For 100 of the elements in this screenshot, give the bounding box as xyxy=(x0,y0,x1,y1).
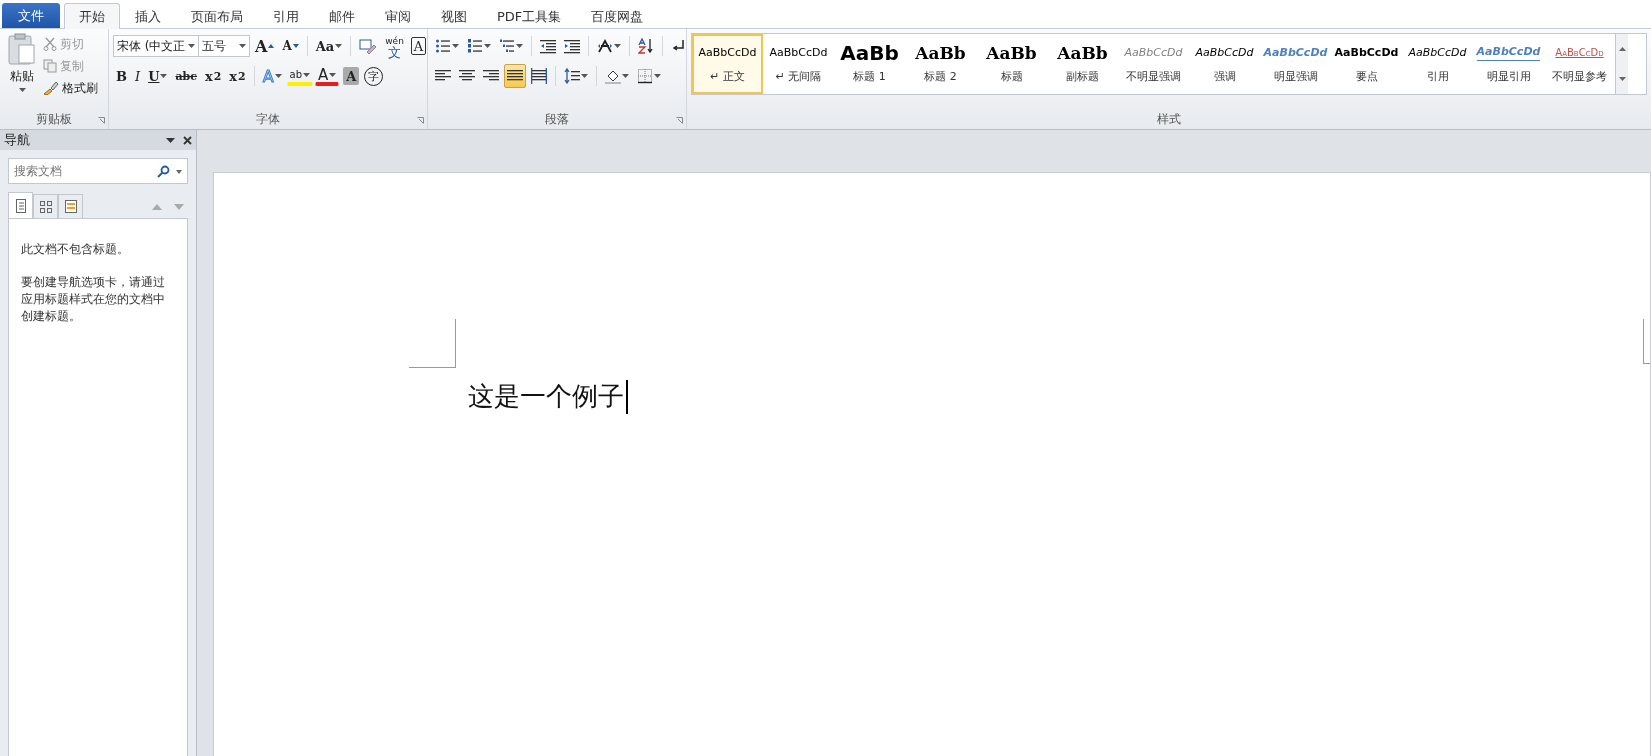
style-sample: AaBbCcDd xyxy=(1124,44,1183,61)
paragraph-tool-button[interactable] xyxy=(504,64,526,88)
style-sample: AaBb xyxy=(915,44,966,61)
thumbnails-icon xyxy=(39,200,52,213)
style-option[interactable]: AaBb 标题 1 xyxy=(834,34,905,94)
bulleted-list-icon xyxy=(435,38,451,54)
caret-icon xyxy=(18,88,26,92)
ribbon-tab[interactable]: PDF工具集 xyxy=(482,3,577,29)
asian-layout-icon xyxy=(597,38,613,54)
style-option[interactable]: AaBb 标题 xyxy=(976,34,1047,94)
document-text: 这是一个例子 xyxy=(468,380,624,413)
style-option[interactable]: AaBbCcDd 明显强调 xyxy=(1260,34,1331,94)
style-sample: AaBbCcDd xyxy=(1408,44,1467,61)
style-name: 明显强调 xyxy=(1273,68,1318,84)
font-color-button[interactable]: A xyxy=(315,66,340,86)
eraser-icon xyxy=(359,38,378,54)
character-border-button[interactable]: A xyxy=(410,37,427,55)
navigation-tab[interactable] xyxy=(8,192,33,218)
caret-icon xyxy=(176,169,182,174)
caret-icon xyxy=(335,44,343,48)
style-name: 标题 xyxy=(1000,68,1023,84)
style-name: 标题 2 xyxy=(924,68,957,84)
numbered-list-icon xyxy=(467,38,483,54)
style-option[interactable]: AaBbCcDd 不明显强调 xyxy=(1118,34,1189,94)
dialog-launcher-icon[interactable] xyxy=(676,117,683,124)
ribbon-tab[interactable]: 页面布局 xyxy=(176,3,258,29)
caret-icon xyxy=(452,44,459,48)
ribbon-tab[interactable]: 视图 xyxy=(426,3,482,29)
clipboard-icon xyxy=(8,33,36,65)
paste-button[interactable]: 粘贴 xyxy=(4,33,40,109)
ribbon-tab[interactable]: 邮件 xyxy=(314,3,370,29)
up-triangle-icon xyxy=(268,44,275,48)
style-sample: AaBbCcDd xyxy=(1555,45,1604,60)
font-name-field[interactable]: 宋体 (中文正 xyxy=(113,35,199,57)
caret-icon xyxy=(160,74,168,78)
distributed-icon xyxy=(531,68,547,84)
paintbrush-icon xyxy=(43,81,59,95)
line-spacing-icon xyxy=(564,68,580,84)
style-option[interactable]: AaBbCcDd ↵ 正文 xyxy=(692,34,763,94)
navigation-tab[interactable] xyxy=(58,194,83,218)
gallery-scrollbar[interactable] xyxy=(1615,34,1628,94)
phonetic-character: 文 xyxy=(388,46,402,59)
clipboard-action-button[interactable]: 格式刷 xyxy=(40,77,101,99)
caret-icon xyxy=(329,72,337,77)
style-sample: AaBb xyxy=(1057,44,1108,61)
style-option[interactable]: AaBbCcDd 引用 xyxy=(1402,34,1473,94)
search-field[interactable]: 搜索文档 xyxy=(8,158,188,184)
character-shading-button[interactable]: A xyxy=(343,67,360,85)
pane-message: 此文档不包含标题。 xyxy=(21,241,130,258)
caret-icon xyxy=(188,44,195,48)
style-name: 引用 xyxy=(1426,68,1449,84)
ribbon-tab[interactable]: 插入 xyxy=(120,3,176,29)
paragraph-mark-icon xyxy=(671,38,687,54)
style-name: 副标题 xyxy=(1066,68,1099,84)
style-option[interactable]: AaBbCcDd 明显引用 xyxy=(1473,34,1544,94)
style-name: 不明显参考 xyxy=(1552,68,1607,84)
file-tab[interactable]: 文件 xyxy=(2,3,60,28)
phonetic-guide-button[interactable]: wén 文 xyxy=(382,34,407,58)
bold-button[interactable]: B xyxy=(113,64,130,88)
change-case-button[interactable]: Aa xyxy=(312,34,346,58)
down-triangle-icon xyxy=(292,44,299,48)
navigation-tab[interactable] xyxy=(33,194,58,218)
style-option[interactable]: AaBbCcDd 要点 xyxy=(1331,34,1402,94)
group-label: 段落 xyxy=(545,110,569,128)
dropdown-icon[interactable] xyxy=(166,137,175,143)
italic-button[interactable]: I xyxy=(132,64,144,88)
style-option[interactable]: AaBb 标题 2 xyxy=(905,34,976,94)
caret-icon xyxy=(516,44,523,48)
sort-icon xyxy=(638,38,654,54)
grow-font-button[interactable]: A xyxy=(252,34,278,58)
up-triangle-icon xyxy=(1618,47,1626,51)
style-name: ↵ 正文 xyxy=(710,68,745,84)
style-sample: AaBbCcDd xyxy=(698,44,757,61)
highlight-button[interactable]: ab xyxy=(286,66,314,86)
increase-indent-icon xyxy=(564,38,580,54)
group-label: 字体 xyxy=(256,110,280,128)
ribbon-tab[interactable]: 审阅 xyxy=(370,3,426,29)
caret-icon xyxy=(274,74,282,78)
shrink-font-button[interactable]: A xyxy=(279,34,302,58)
ribbon-tab[interactable]: 开始 xyxy=(64,3,120,29)
font-size-field[interactable]: 五号 xyxy=(198,35,250,57)
underline-button[interactable]: U xyxy=(145,64,171,88)
close-icon[interactable] xyxy=(183,135,192,145)
caret-icon xyxy=(484,44,491,48)
style-sample: AaBbCcDd xyxy=(769,44,828,61)
caret-icon xyxy=(303,72,311,77)
scissors-icon xyxy=(43,37,57,51)
style-option[interactable]: AaBbCcDd 不明显参考 xyxy=(1544,34,1615,94)
results-icon xyxy=(64,200,77,213)
caret-icon xyxy=(239,44,246,48)
style-name: 不明显强调 xyxy=(1126,68,1181,84)
strikethrough-button[interactable]: abc xyxy=(172,64,200,88)
dialog-launcher-icon[interactable] xyxy=(98,117,105,124)
ribbon-tab[interactable]: 引用 xyxy=(258,3,314,29)
ribbon-tab[interactable]: 百度网盘 xyxy=(576,3,659,29)
style-option[interactable]: AaBb 副标题 xyxy=(1047,34,1118,94)
style-option[interactable]: AaBbCcDd ↵ 无间隔 xyxy=(763,34,834,94)
style-option[interactable]: AaBbCcDd 强调 xyxy=(1189,34,1260,94)
text-cursor xyxy=(626,379,628,414)
dialog-launcher-icon[interactable] xyxy=(417,117,424,124)
